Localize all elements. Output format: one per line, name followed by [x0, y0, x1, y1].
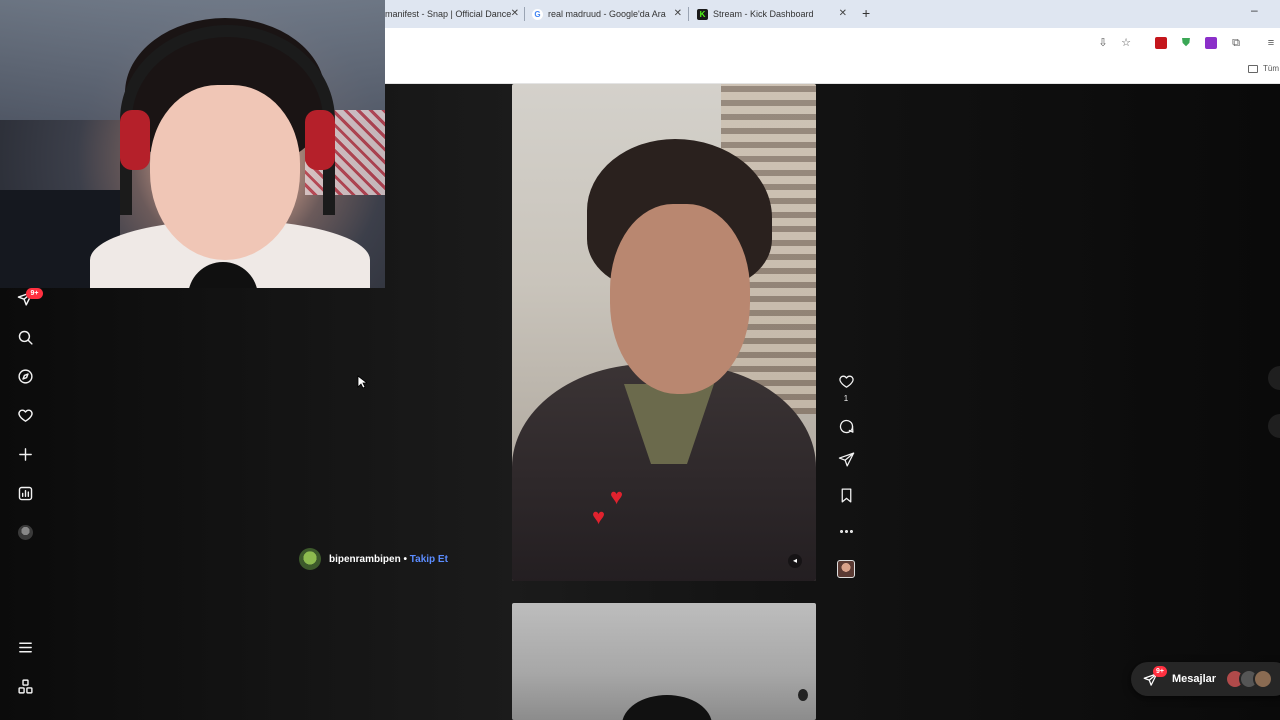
- author-username[interactable]: bipenrambipen: [329, 554, 401, 565]
- tab-separator: [524, 7, 525, 21]
- more-options-icon[interactable]: [837, 522, 855, 540]
- browser-toolbar: ⇩ ☆ ⛊ ⧉ ≡: [385, 28, 1280, 58]
- messages-badge: 9+: [1153, 666, 1167, 677]
- notification-badge: 9+: [26, 288, 43, 299]
- google-icon: G: [532, 8, 543, 20]
- save-icon[interactable]: [837, 486, 855, 504]
- tab-google[interactable]: G real madruud - Google'da Ara ✕: [532, 0, 682, 28]
- tab-title: Stream - Kick Dashboard: [713, 9, 814, 19]
- reel-author: bipenrambipen • Takip Et: [299, 548, 448, 570]
- comment-icon[interactable]: [837, 417, 855, 435]
- mouse-cursor-icon: [357, 375, 367, 389]
- webcam-overlay: [0, 0, 385, 288]
- apps-icon[interactable]: [16, 677, 34, 695]
- close-tab-icon[interactable]: ✕: [839, 8, 847, 19]
- close-tab-icon[interactable]: ✕: [511, 8, 519, 19]
- author-avatar[interactable]: [299, 548, 321, 570]
- message-avatars: [1225, 669, 1273, 689]
- folder-icon: [1248, 64, 1258, 73]
- follow-button[interactable]: Takip Et: [410, 554, 448, 565]
- messages-button[interactable]: 9+ Mesajlar: [1131, 662, 1280, 696]
- bookmarks-bar: Tüm: [385, 58, 1280, 84]
- kick-icon: K: [697, 8, 708, 20]
- like-count: 1: [843, 394, 849, 403]
- explore-icon[interactable]: [16, 367, 34, 385]
- next-reel-video[interactable]: [512, 603, 816, 720]
- separator: •: [403, 553, 407, 565]
- bookmarks-folder-label: Tüm: [1263, 64, 1279, 73]
- menu-icon[interactable]: [16, 638, 34, 656]
- volume-icon[interactable]: ◂: [788, 554, 802, 568]
- new-tab-icon[interactable]: +: [862, 5, 870, 21]
- messages-label: Mesajlar: [1172, 673, 1217, 685]
- heart-sticker-icon: ♥: [610, 484, 624, 509]
- minimize-icon[interactable]: –: [1251, 3, 1258, 17]
- star-icon[interactable]: ☆: [1120, 37, 1132, 49]
- reel-video[interactable]: ♥ ♥ ◂: [512, 84, 816, 581]
- create-icon[interactable]: [16, 445, 34, 463]
- audio-thumbnail[interactable]: [837, 560, 855, 578]
- heart-sticker-icon: ♥: [592, 504, 606, 529]
- tab-separator: [688, 7, 689, 21]
- pdf-extension-icon[interactable]: [1155, 37, 1167, 49]
- heart-icon[interactable]: [16, 406, 34, 424]
- close-tab-icon[interactable]: ✕: [674, 8, 682, 19]
- puzzle-icon[interactable]: ⧉: [1230, 37, 1242, 49]
- like-icon[interactable]: [837, 372, 855, 390]
- share-icon[interactable]: [837, 450, 855, 468]
- browser-tab-bar: manifest - Snap | Official Dance ✕ G rea…: [385, 0, 1280, 28]
- profile-avatar[interactable]: [18, 525, 33, 540]
- tab-snap[interactable]: manifest - Snap | Official Dance ✕: [385, 0, 519, 28]
- shield-extension-icon[interactable]: ⛊: [1180, 37, 1192, 49]
- dashboard-icon[interactable]: [16, 484, 34, 502]
- avatar: [1253, 669, 1273, 689]
- install-icon[interactable]: ⇩: [1097, 37, 1109, 49]
- search-icon[interactable]: [16, 328, 34, 346]
- screen: manifest - Snap | Official Dance ✕ G rea…: [0, 0, 1280, 720]
- extension-icon[interactable]: [1205, 37, 1217, 49]
- reading-list-icon[interactable]: ≡: [1265, 37, 1277, 49]
- tab-kick[interactable]: K Stream - Kick Dashboard ✕: [697, 0, 847, 28]
- tab-title: real madruud - Google'da Ara: [548, 9, 666, 19]
- tab-title: manifest - Snap | Official Dance: [385, 9, 512, 19]
- bookmarks-folder[interactable]: Tüm: [1248, 64, 1279, 73]
